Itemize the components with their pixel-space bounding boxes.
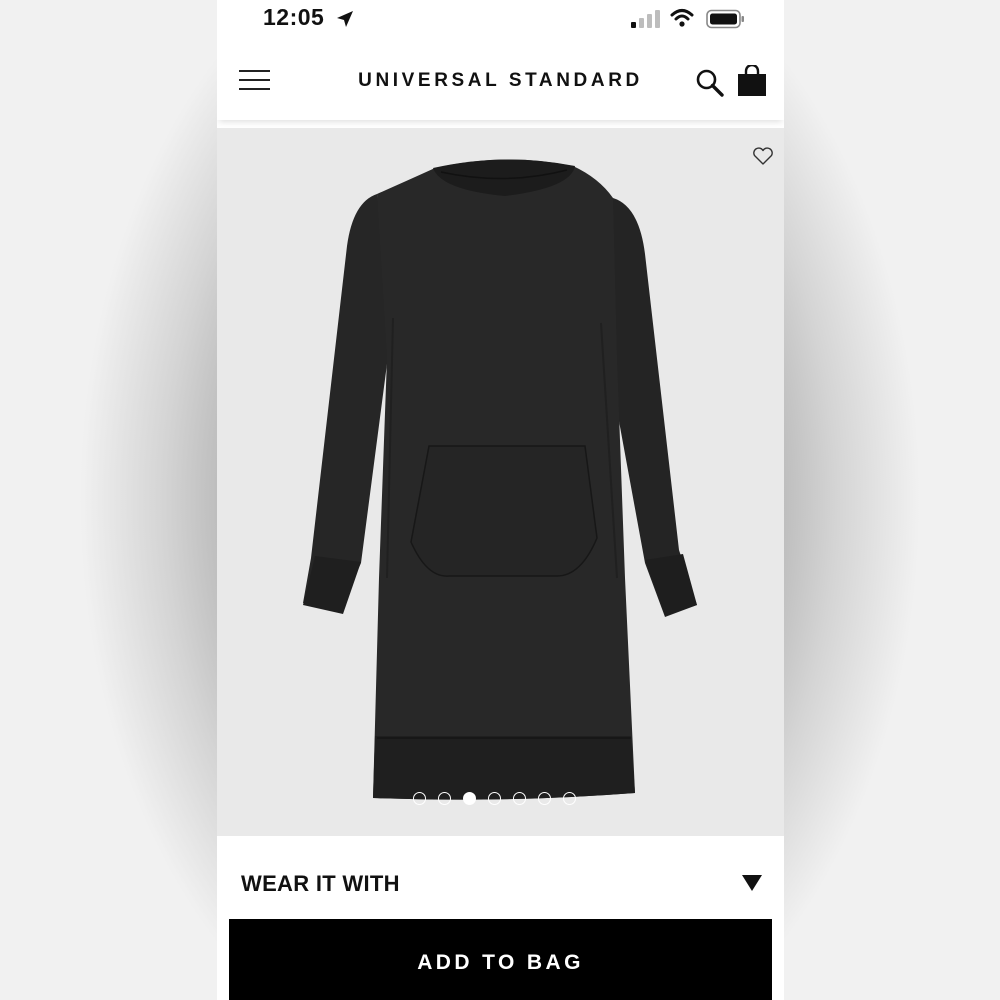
triangle-down-icon [742,875,762,891]
carousel-dot[interactable] [413,792,426,805]
carousel-dot-active[interactable] [463,792,476,805]
carousel-dot[interactable] [538,792,551,805]
wear-it-with-label: WEAR IT WITH [241,871,400,896]
search-icon[interactable] [695,68,725,98]
carousel-dot[interactable] [513,792,526,805]
add-to-bag-button[interactable]: ADD TO BAG [229,919,772,1000]
carousel-dots [413,792,576,808]
site-header: UNIVERSAL STANDARD [217,40,784,120]
location-arrow-icon [337,11,353,27]
phone-screen: 12:05 UNIVERSAL STANDARD WEAR IT WITH AD… [217,0,784,1000]
heart-icon[interactable] [752,146,774,166]
status-time: 12:05 [263,4,325,30]
wear-it-with-toggle[interactable]: WEAR IT WITH [217,836,784,920]
wifi-icon [670,9,694,27]
carousel-dot[interactable] [438,792,451,805]
carousel-dot[interactable] [488,792,501,805]
shopping-bag-icon[interactable] [737,65,767,97]
battery-icon [706,9,744,29]
carousel-dot[interactable] [563,792,576,805]
black-sweatshirt-dress-image [303,159,697,800]
cellular-signal-icon [631,10,660,28]
add-to-bag-label: ADD TO BAG [417,951,584,974]
status-bar: 12:05 [217,0,784,40]
product-image-area[interactable] [217,128,784,836]
